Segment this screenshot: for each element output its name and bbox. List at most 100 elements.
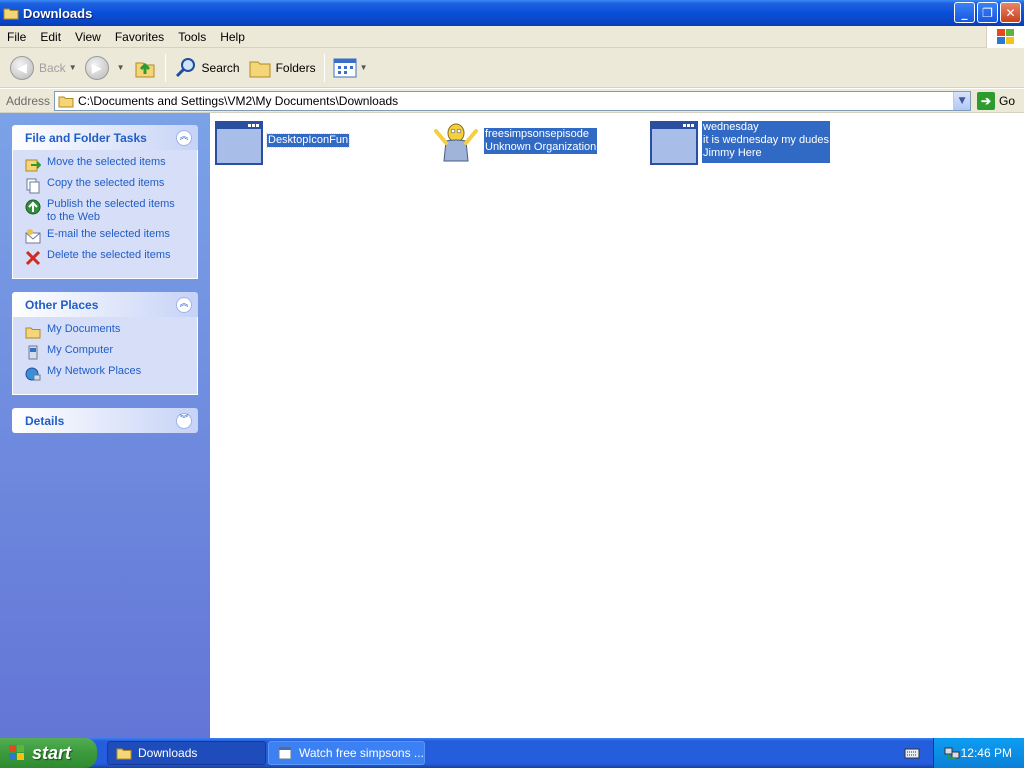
globe-icon: [25, 199, 41, 215]
folders-icon: [249, 61, 271, 77]
task-copy[interactable]: Copy the selected items: [25, 177, 187, 194]
folders-button[interactable]: Folders: [244, 51, 320, 85]
homer-icon: [434, 123, 478, 162]
address-path: C:\Documents and Settings\VM2\My Documen…: [78, 93, 399, 108]
search-label: Search: [201, 60, 240, 75]
panel-header[interactable]: Other Places ︽: [12, 292, 198, 317]
address-label: Address: [6, 93, 51, 108]
taskbar-item-label: Downloads: [138, 746, 198, 760]
taskbar: start Downloads Watch free simpsons ... …: [0, 738, 1024, 768]
address-dropdown-button[interactable]: ▼: [953, 91, 971, 110]
start-button[interactable]: start: [0, 738, 97, 768]
menu-bar: File Edit View Favorites Tools Help: [0, 26, 1024, 48]
place-my-network[interactable]: My Network Places: [25, 365, 187, 382]
task-label: Move the selected items: [47, 156, 166, 168]
file-name: wednesday: [702, 121, 830, 134]
collapse-chevron-icon[interactable]: ︽: [176, 129, 192, 146]
forward-arrow-icon: ▶: [84, 55, 109, 80]
task-label: Publish the selected items to the Web: [47, 198, 175, 223]
network-status-icon[interactable]: [944, 746, 960, 760]
minimize-button[interactable]: _: [954, 2, 975, 23]
address-input[interactable]: C:\Documents and Settings\VM2\My Documen…: [54, 90, 972, 111]
panel-title: Details: [25, 413, 65, 428]
close-button[interactable]: ✕: [1000, 2, 1021, 23]
menu-help[interactable]: Help: [213, 26, 252, 48]
collapse-chevron-icon[interactable]: ︽: [176, 296, 192, 313]
panel-title: Other Places: [25, 297, 99, 312]
file-item-freesimpsonsepisode[interactable]: freesimpsonsepisode Unknown Organization: [432, 121, 598, 165]
email-icon: [25, 229, 41, 244]
computer-icon: [28, 345, 38, 360]
panel-header[interactable]: Details ︾: [12, 408, 198, 433]
chevron-down-icon: ▼: [116, 63, 125, 72]
file-folder-tasks-panel: File and Folder Tasks ︽ Move the selecte…: [12, 125, 198, 279]
back-label: Back: [39, 60, 66, 75]
place-label: My Documents: [47, 323, 121, 335]
up-folder-icon: [135, 62, 155, 77]
file-name: freesimpsonsepisode: [484, 128, 598, 141]
browser-window-icon: [278, 746, 292, 760]
folder-icon: [58, 96, 74, 107]
menu-edit[interactable]: Edit: [33, 26, 68, 48]
menu-view[interactable]: View: [68, 26, 108, 48]
file-item-desktopiconfun[interactable]: DesktopIconFun: [215, 121, 351, 165]
go-button[interactable]: ➔ Go: [977, 91, 1016, 110]
menu-favorites[interactable]: Favorites: [108, 26, 171, 48]
toolbar: ◀ Back ▼ ▶ ▼ Search Folders ▼: [0, 48, 1024, 88]
place-label: My Network Places: [47, 365, 142, 377]
toolbar-separator: [323, 53, 325, 82]
go-arrow-icon: ➔: [977, 91, 996, 110]
menu-tools[interactable]: Tools: [171, 26, 213, 48]
task-email[interactable]: E-mail the selected items: [25, 228, 187, 245]
task-publish[interactable]: Publish the selected items to the Web: [25, 198, 187, 224]
file-publisher: Jimmy Here: [702, 147, 830, 160]
taskbar-item-simpsons[interactable]: Watch free simpsons ...: [268, 741, 425, 765]
address-bar: Address C:\Documents and Settings\VM2\My…: [0, 89, 1024, 113]
network-icon: [25, 367, 41, 381]
file-item-wednesday[interactable]: wednesday it is wednesday my dudes Jimmy…: [650, 121, 830, 165]
folder-icon: [116, 748, 132, 760]
file-list[interactable]: DesktopIconFun freesimpsonsepisode Unkno…: [210, 113, 1024, 738]
chevron-down-icon: ▼: [68, 63, 77, 72]
system-tray: 12:46 PM: [933, 738, 1024, 768]
maximize-button[interactable]: ❐: [977, 2, 998, 23]
taskbar-item-label: Watch free simpsons ...: [299, 746, 424, 760]
taskbar-item-downloads[interactable]: Downloads: [107, 741, 266, 765]
windows-flag-icon: [9, 745, 24, 760]
task-pane: File and Folder Tasks ︽ Move the selecte…: [0, 113, 210, 738]
place-my-computer[interactable]: My Computer: [25, 344, 187, 361]
folder-icon: [3, 8, 19, 20]
keyboard-icon[interactable]: [904, 746, 920, 760]
copy-icon: [26, 178, 40, 194]
file-publisher: Unknown Organization: [484, 141, 598, 154]
expand-chevron-icon[interactable]: ︾: [176, 412, 192, 429]
file-description: it is wednesday my dudes: [702, 134, 830, 147]
window-app-icon: [215, 121, 263, 165]
folder-icon: [25, 327, 41, 339]
task-delete[interactable]: Delete the selected items: [25, 249, 187, 266]
back-button[interactable]: ◀ Back ▼: [6, 51, 81, 85]
details-panel: Details ︾: [12, 408, 198, 433]
search-button[interactable]: Search: [170, 51, 244, 85]
window-title: Downloads: [23, 5, 93, 21]
folders-label: Folders: [275, 60, 316, 75]
other-places-panel: Other Places ︽ My Documents My Computer …: [12, 292, 198, 395]
move-icon: [25, 159, 41, 172]
task-move[interactable]: Move the selected items: [25, 156, 187, 173]
windows-logo-icon: [986, 26, 1024, 48]
toolbar-separator: [164, 53, 166, 82]
panel-title: File and Folder Tasks: [25, 130, 147, 145]
up-folder-button[interactable]: [129, 51, 161, 85]
place-my-documents[interactable]: My Documents: [25, 323, 187, 340]
go-label: Go: [999, 93, 1016, 108]
search-icon: [175, 57, 195, 77]
views-button[interactable]: ▼: [329, 51, 372, 85]
panel-body: My Documents My Computer My Network Plac…: [12, 317, 198, 395]
panel-header[interactable]: File and Folder Tasks ︽: [12, 125, 198, 150]
title-bar[interactable]: Downloads _ ❐ ✕: [0, 0, 1024, 26]
menu-file[interactable]: File: [0, 26, 33, 48]
forward-button[interactable]: ▶ ▼: [81, 51, 129, 85]
clock[interactable]: 12:46 PM: [961, 746, 1012, 760]
task-label: E-mail the selected items: [47, 228, 170, 240]
delete-icon: [25, 250, 41, 266]
